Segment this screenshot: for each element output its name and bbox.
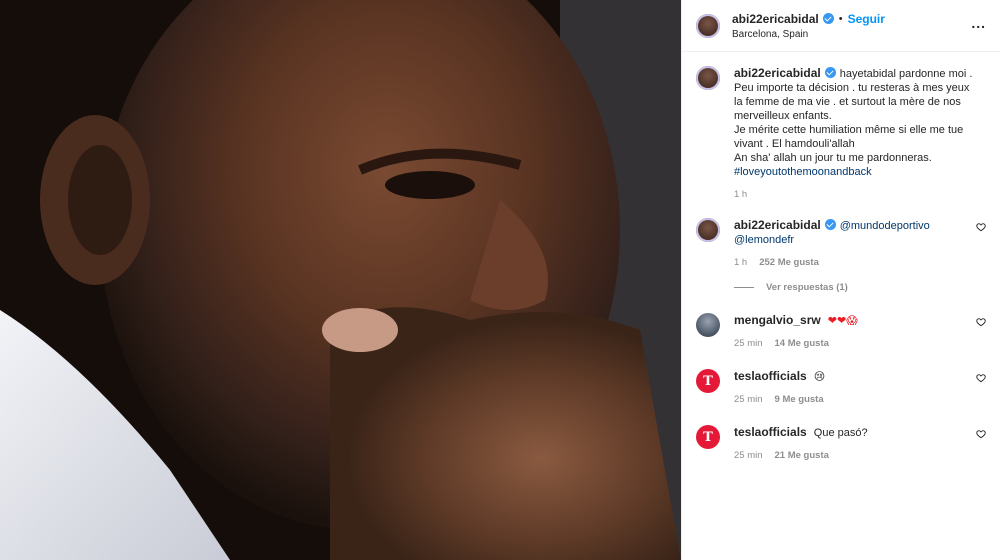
caption-hashtag[interactable]: #loveyoutothemoonandback: [734, 166, 872, 178]
comment-time[interactable]: 25 min: [734, 338, 763, 349]
comments-section: abi22ericabidal hayetabidal pardonne moi …: [682, 52, 1000, 560]
comment-item: mengalvio_srw ❤❤😱 25 min 14 Me gusta: [696, 313, 986, 349]
comment-item: abi22ericabidal @mundodeportivo @lemondef…: [696, 218, 986, 268]
comment-likes[interactable]: 21 Me gusta: [775, 450, 829, 461]
heart-icon[interactable]: [976, 429, 986, 439]
comment-item: T teslaofficials Que pasó? 25 min 21 Me …: [696, 425, 986, 461]
author-avatar[interactable]: [696, 13, 720, 38]
caption-line-3: An sha' allah un jour tu me pardonneras.: [734, 152, 932, 164]
comment-item: T teslaofficials 😢 25 min 9 Me gusta: [696, 369, 986, 405]
replies-line: [734, 287, 754, 288]
more-options-icon[interactable]: ...: [971, 16, 986, 30]
author-username[interactable]: abi22ericabidal: [732, 12, 819, 26]
caption-avatar[interactable]: [696, 66, 720, 90]
heart-icon[interactable]: [976, 222, 986, 232]
heart-icon[interactable]: [976, 373, 986, 383]
caption-username[interactable]: abi22ericabidal: [734, 66, 821, 80]
comment-username[interactable]: abi22ericabidal: [734, 218, 821, 232]
separator-dot: •: [838, 12, 843, 25]
caption-time[interactable]: 1 h: [734, 189, 747, 200]
mention-link[interactable]: @mundodeportivo: [840, 220, 930, 232]
mention-link[interactable]: @lemondefr: [734, 234, 794, 246]
follow-button[interactable]: Seguir: [848, 12, 885, 26]
post-location[interactable]: Barcelona, Spain: [732, 29, 885, 40]
post-side-panel: abi22ericabidal • Seguir Barcelona, Spai…: [681, 0, 1000, 560]
heart-icon[interactable]: [976, 317, 986, 327]
photo-illustration: [0, 0, 681, 560]
comment-avatar[interactable]: [696, 313, 720, 337]
instagram-post: abi22ericabidal • Seguir Barcelona, Spai…: [0, 0, 1000, 560]
post-photo[interactable]: [0, 0, 681, 560]
caption: abi22ericabidal hayetabidal pardonne moi …: [696, 66, 986, 200]
comment-text: ❤❤😱: [827, 315, 858, 327]
comment-username[interactable]: teslaofficials: [734, 425, 807, 439]
comment-likes[interactable]: 9 Me gusta: [775, 394, 824, 405]
verified-badge-icon: [824, 219, 836, 230]
comment-text: Que pasó?: [813, 427, 868, 439]
comment-time[interactable]: 25 min: [734, 450, 763, 461]
comment-likes[interactable]: 252 Me gusta: [759, 257, 819, 268]
comment-username[interactable]: teslaofficials: [734, 369, 807, 383]
verified-badge-icon: [822, 13, 834, 24]
verified-badge-icon: [824, 67, 836, 78]
tesla-logo-icon: T: [703, 373, 713, 389]
tesla-logo-icon: T: [703, 429, 713, 445]
comment-avatar[interactable]: T: [696, 425, 720, 449]
comment-username[interactable]: mengalvio_srw: [734, 313, 821, 327]
comment-text: 😢: [813, 371, 826, 383]
comment-time[interactable]: 1 h: [734, 257, 747, 268]
view-replies-label: Ver respuestas (1): [766, 282, 848, 293]
comment-likes[interactable]: 14 Me gusta: [775, 338, 829, 349]
post-header: abi22ericabidal • Seguir Barcelona, Spai…: [682, 0, 1000, 52]
comment-avatar[interactable]: [696, 218, 720, 242]
comment-time[interactable]: 25 min: [734, 394, 763, 405]
caption-line-2: Je mérite cette humiliation même si elle…: [734, 124, 964, 150]
view-replies-button[interactable]: Ver respuestas (1): [734, 282, 986, 293]
comment-avatar[interactable]: T: [696, 369, 720, 393]
